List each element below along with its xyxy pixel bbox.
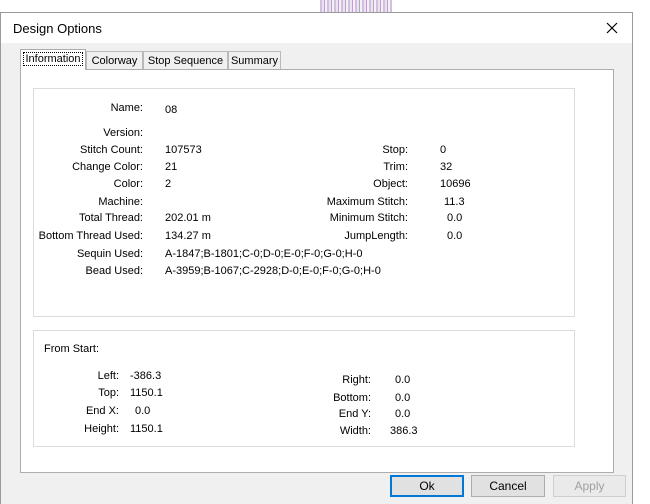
color-label: Color:	[113, 178, 143, 190]
design-options-dialog: Design Options Information Colorway Stop…	[0, 12, 633, 504]
width-value: 386.3	[390, 425, 418, 437]
total-thread-label: Total Thread:	[78, 212, 143, 224]
end-x-label: End X:	[85, 405, 119, 417]
stitch-count-label: Stitch Count:	[80, 144, 143, 156]
bottom-thread-value: 134.27 m	[165, 230, 211, 242]
cancel-button[interactable]: Cancel	[471, 475, 545, 497]
stop-value: 0	[440, 144, 447, 156]
jump-length-value: 0.0	[447, 230, 463, 242]
change-color-value: 21	[165, 161, 178, 173]
sequin-used-label: Sequin Used:	[76, 248, 143, 260]
right-label: Right:	[342, 374, 371, 386]
end-x-value: 0.0	[135, 405, 151, 417]
color-value: 2	[165, 178, 172, 190]
bottom-thread-label: Bottom Thread Used:	[38, 230, 143, 242]
end-y-label: End Y:	[338, 408, 371, 420]
tab-stop-sequence[interactable]: Stop Sequence	[143, 51, 228, 69]
stitch-count-value: 107573	[165, 144, 202, 156]
apply-button[interactable]: Apply	[553, 475, 626, 497]
top-value: 1150.1	[130, 387, 163, 399]
design-info-group: Name: 08 Version: Stitch Count: 107573 C…	[33, 88, 575, 317]
bottom-label: Bottom:	[333, 392, 371, 404]
bead-used-label: Bead Used:	[85, 265, 143, 277]
height-label: Height:	[84, 423, 119, 435]
top-label: Top:	[98, 387, 119, 399]
left-label: Left:	[97, 370, 119, 382]
trim-label: Trim:	[383, 161, 408, 173]
end-y-value: 0.0	[395, 408, 411, 420]
width-label: Width:	[339, 425, 371, 437]
sequin-used-value: A-1847;B-1801;C-0;D-0;E-0;F-0;G-0;H-0	[165, 248, 363, 260]
dialog-title: Design Options	[13, 21, 102, 36]
ok-button[interactable]: Ok	[390, 475, 464, 497]
name-value: 08	[165, 104, 178, 116]
object-value: 10696	[440, 178, 471, 190]
max-stitch-value: 11.3	[444, 196, 465, 208]
tab-label: Information	[23, 52, 83, 66]
name-label: Name:	[110, 102, 143, 114]
from-start-group: From Start: Left: -386.3 Top: 1150.1 End…	[33, 330, 575, 447]
object-label: Object:	[373, 178, 408, 190]
stop-label: Stop:	[382, 144, 408, 156]
min-stitch-value: 0.0	[447, 212, 463, 224]
max-stitch-label: Maximum Stitch:	[326, 196, 408, 208]
total-thread-value: 202.01 m	[165, 212, 211, 224]
title-bar: Design Options	[1, 13, 632, 43]
tab-information[interactable]: Information	[20, 49, 86, 70]
jump-length-label: JumpLength:	[344, 230, 408, 242]
close-icon	[606, 22, 618, 34]
from-start-heading: From Start:	[44, 343, 100, 355]
version-label: Version:	[103, 127, 143, 139]
tab-summary[interactable]: Summary	[228, 51, 281, 69]
change-color-label: Change Color:	[72, 161, 143, 173]
trim-value: 32	[440, 161, 453, 173]
tab-colorway[interactable]: Colorway	[86, 51, 143, 69]
bottom-value: 0.0	[395, 392, 411, 404]
close-button[interactable]	[592, 13, 632, 43]
information-panel: Name: 08 Version: Stitch Count: 107573 C…	[20, 69, 614, 473]
height-value: 1150.1	[130, 423, 163, 435]
left-value: -386.3	[130, 370, 162, 382]
bead-used-value: A-3959;B-1067;C-2928;D-0;E-0;F-0;G-0;H-0	[165, 265, 381, 277]
min-stitch-label: Minimum Stitch:	[329, 212, 408, 224]
machine-label: Machine:	[98, 196, 143, 208]
right-value: 0.0	[395, 374, 411, 386]
